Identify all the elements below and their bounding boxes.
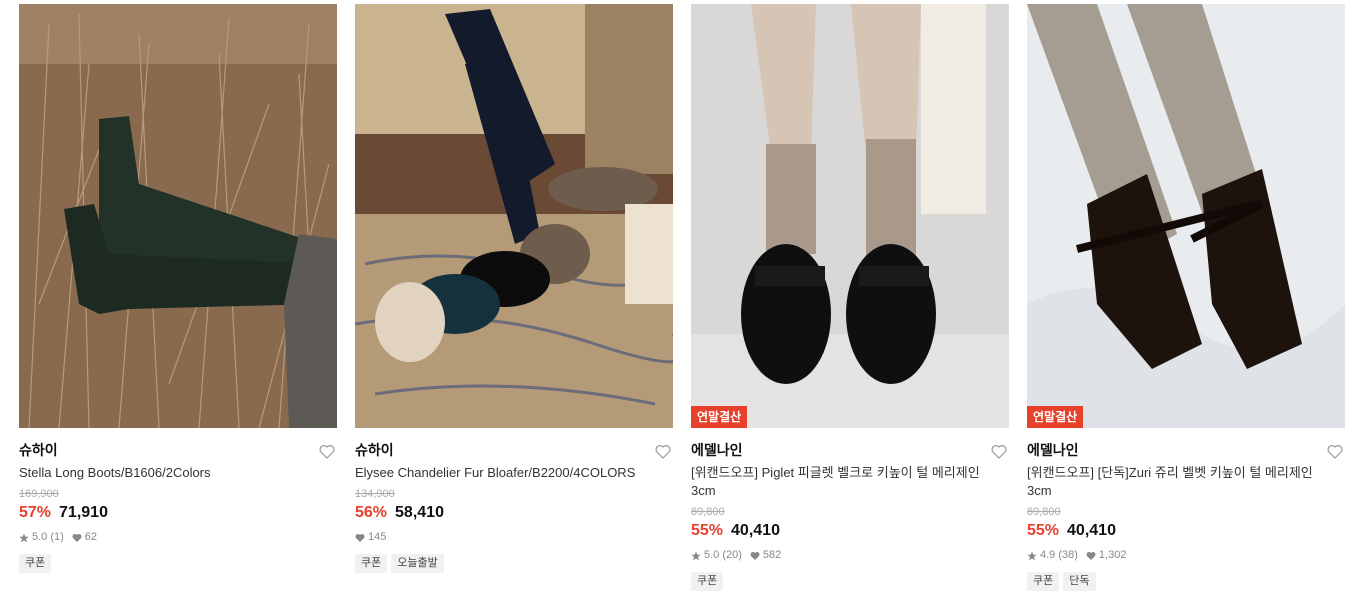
like-count: 145 — [368, 531, 387, 543]
original-price: 89,800 — [691, 506, 725, 518]
like-count: 1,302 — [1098, 549, 1127, 561]
sale-price: 40,410 — [1067, 522, 1116, 539]
product-card[interactable]: 연말결산 에델나인 [위캔드오프] Piglet 피글렛 벨크로 키높이 털 메… — [691, 4, 1009, 591]
sale-price: 40,410 — [731, 522, 780, 539]
brand-name[interactable]: 에델나인 — [1027, 442, 1345, 458]
product-card[interactable]: 슈하이 Elysee Chandelier Fur Bloafer/B2200/… — [355, 4, 673, 591]
long-black-boots-photo — [19, 4, 337, 428]
tag-ships-today: 오늘출발 — [391, 554, 444, 573]
tag-coupon: 쿠폰 — [1027, 572, 1060, 591]
fur-loafer-photo — [355, 4, 673, 428]
product-card[interactable]: 슈하이 Stella Long Boots/B1606/2Colors 169,… — [19, 4, 337, 591]
brand-name[interactable]: 에델나인 — [691, 442, 1009, 458]
velvet-mary-jane-photo — [1027, 4, 1345, 428]
heart-filled-icon — [355, 533, 365, 542]
original-price: 134,900 — [355, 488, 395, 500]
original-price: 89,800 — [1027, 506, 1061, 518]
discount-rate: 56% — [355, 504, 388, 521]
heart-filled-icon — [72, 533, 82, 542]
product-image[interactable] — [19, 4, 337, 428]
original-price: 169,900 — [19, 488, 59, 500]
product-name[interactable]: [위캔드오프] Piglet 피글렛 벨크로 키높이 털 메리제인 3cm — [691, 464, 1009, 500]
rating: 5.0 (1) — [32, 531, 64, 543]
sale-price: 71,910 — [59, 504, 108, 521]
heart-icon[interactable] — [655, 444, 671, 459]
product-name[interactable]: Elysee Chandelier Fur Bloafer/B2200/4COL… — [355, 464, 673, 482]
brand-name[interactable]: 슈하이 — [355, 442, 673, 458]
product-name[interactable]: [위캔드오프] [단독]Zuri 쥬리 벨벳 키높이 털 메리제인 3cm — [1027, 464, 1345, 500]
sale-price: 58,410 — [395, 504, 444, 521]
tag-exclusive: 단독 — [1063, 572, 1096, 591]
rating: 4.9 (38) — [1040, 549, 1078, 561]
brand-name[interactable]: 슈하이 — [19, 442, 337, 458]
heart-filled-icon — [1086, 551, 1096, 560]
star-icon — [19, 533, 29, 542]
tag-coupon: 쿠폰 — [355, 554, 388, 573]
star-icon — [691, 551, 701, 560]
heart-icon[interactable] — [1327, 444, 1343, 459]
product-image[interactable] — [355, 4, 673, 428]
star-icon — [1027, 551, 1037, 560]
event-badge: 연말결산 — [1027, 406, 1084, 428]
tag-coupon: 쿠폰 — [19, 554, 52, 573]
heart-icon[interactable] — [991, 444, 1007, 459]
product-name[interactable]: Stella Long Boots/B1606/2Colors — [19, 464, 337, 482]
product-grid: 슈하이 Stella Long Boots/B1606/2Colors 169,… — [19, 4, 1345, 591]
like-count: 62 — [84, 531, 98, 543]
black-mary-jane-photo — [691, 4, 1009, 428]
product-image[interactable]: 연말결산 — [691, 4, 1009, 428]
discount-rate: 55% — [1027, 522, 1060, 539]
product-card[interactable]: 연말결산 에델나인 [위캔드오프] [단독]Zuri 쥬리 벨벳 키높이 털 메… — [1027, 4, 1345, 591]
event-badge: 연말결산 — [691, 406, 748, 428]
discount-rate: 55% — [691, 522, 724, 539]
heart-icon[interactable] — [319, 444, 335, 459]
product-image[interactable]: 연말결산 — [1027, 4, 1345, 428]
rating: 5.0 (20) — [704, 549, 742, 561]
like-count: 582 — [762, 549, 782, 561]
discount-rate: 57% — [19, 504, 52, 521]
tag-coupon: 쿠폰 — [691, 572, 724, 591]
heart-filled-icon — [750, 551, 760, 560]
